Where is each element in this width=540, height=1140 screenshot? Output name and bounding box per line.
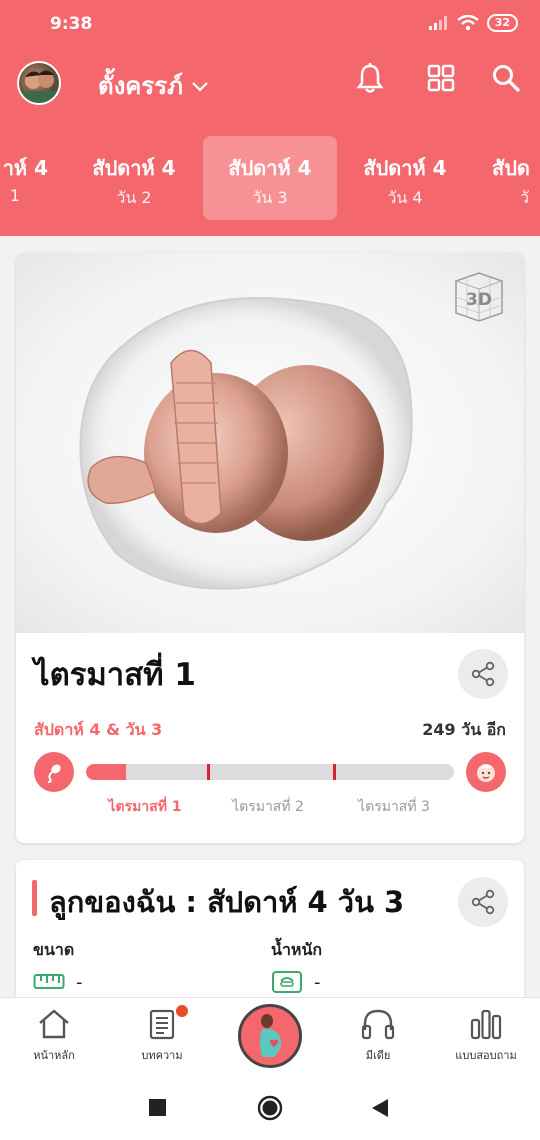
trimester-share-button[interactable] [458, 649, 508, 699]
article-icon [149, 1009, 175, 1040]
nav-articles-label: บทความ [141, 1049, 183, 1062]
back-icon[interactable] [371, 1098, 389, 1118]
tab-week-label: สัปดาห์ 4 [228, 156, 312, 180]
wifi-icon [456, 15, 479, 31]
chevron-down-icon [192, 81, 208, 92]
tab-week-label: สัปดาห์ 4 [363, 156, 447, 180]
days-remaining: 249 วัน อีก [422, 720, 506, 739]
embryo-illustration [79, 297, 413, 590]
pregnant-woman-icon [260, 1014, 282, 1057]
embryo-3d-image[interactable]: 3D [16, 253, 524, 633]
sperm-icon [47, 764, 61, 783]
day-tabs: าห์ 4 1 สัปดาห์ 4 วัน 2 สัปดาห์ 4 วัน 3 … [0, 136, 540, 222]
profile-switcher[interactable]: ตั้งครรภ์ [98, 66, 209, 105]
recents-icon[interactable] [149, 1099, 166, 1116]
bar-chart-icon [470, 1009, 502, 1040]
status-bar: 9:38 32 [0, 0, 540, 48]
trimester-title: ไตรมาสที่ 1 [34, 657, 196, 693]
nav-survey[interactable]: แบบสอบถาม [436, 998, 536, 1076]
weight-label: น้ำหนัก [271, 940, 323, 959]
trimester-1-label: ไตรมาสที่ 1 [108, 799, 182, 815]
tab-day-label: วัน 3 [252, 188, 288, 207]
share-icon [471, 661, 495, 687]
grid-icon[interactable] [425, 62, 457, 94]
tab-day-label: วั [520, 188, 529, 207]
nav-articles[interactable]: บทความ [112, 998, 212, 1076]
home-button-icon[interactable] [257, 1095, 283, 1121]
trimester-3-label: ไตรมาสที่ 3 [358, 799, 430, 815]
home-icon [39, 1009, 69, 1039]
pregnancy-progress-bar [86, 764, 454, 780]
size-value: - [76, 972, 83, 993]
size-label: ขนาด [33, 940, 75, 959]
tab-week-label: าห์ 4 [2, 156, 48, 180]
username: ตั้งครรภ์ [98, 72, 183, 100]
nav-media[interactable]: มีเดีย [328, 998, 428, 1076]
trimester-divider [207, 764, 211, 780]
status-icons: 32 [428, 14, 518, 32]
tab-week-label: สัปด [492, 156, 530, 180]
tab-week-label: สัปดาห์ 4 [92, 156, 176, 180]
tab-week4-day5[interactable]: สัปด วั [474, 136, 540, 220]
baby-face-icon [477, 764, 495, 782]
avatar[interactable] [17, 61, 61, 105]
progress-fill [86, 764, 127, 780]
tab-day-label: วัน 2 [116, 188, 152, 207]
battery-indicator: 32 [486, 14, 518, 32]
trimester-divider [332, 764, 336, 780]
avatar-photo [19, 70, 59, 103]
bell-icon[interactable] [354, 62, 386, 94]
tab-week4-day2[interactable]: สัปดาห์ 4 วัน 2 [67, 136, 201, 220]
ruler-icon [33, 974, 65, 989]
3d-view-icon[interactable]: 3D [450, 269, 508, 325]
system-navigation-bar [0, 1075, 540, 1140]
signal-icon [428, 16, 447, 30]
baby-share-button[interactable] [458, 877, 508, 927]
pregnancy-center-button[interactable] [238, 1004, 302, 1068]
tab-week4-day3[interactable]: สัปดาห์ 4 วัน 3 [203, 136, 337, 220]
share-icon [471, 889, 495, 915]
trimester-card: 3D ไตรมาสที่ 1 สัปดาห์ 4 & วัน 3 249 วัน… [16, 253, 524, 843]
baby-card-title: ลูกของฉัน : สัปดาห์ 4 วัน 3 [49, 885, 405, 919]
birth-icon-button [466, 752, 506, 792]
headphones-icon [361, 1009, 395, 1040]
tab-week4-day1[interactable]: าห์ 4 1 [0, 136, 68, 220]
nav-home[interactable]: หน้าหลัก [4, 998, 104, 1076]
nav-home-label: หน้าหลัก [33, 1049, 75, 1062]
app-header: 9:38 32 ตั้งครรภ์ าห์ 4 1 สัปดาห์ 4 วัน … [0, 0, 540, 236]
title-accent-bar [32, 880, 37, 916]
trimester-2-label: ไตรมาสที่ 2 [232, 799, 304, 815]
week-day-label: สัปดาห์ 4 & วัน 3 [34, 720, 163, 739]
nav-media-label: มีเดีย [365, 1049, 391, 1062]
tab-week4-day4[interactable]: สัปดาห์ 4 วัน 4 [338, 136, 472, 220]
search-icon[interactable] [490, 62, 522, 94]
notification-badge [174, 1003, 190, 1019]
conception-icon-button [34, 752, 74, 792]
tab-day-label: วัน 4 [387, 188, 423, 207]
status-time: 9:38 [50, 14, 93, 34]
tab-day-label: 1 [9, 186, 20, 205]
nav-survey-label: แบบสอบถาม [455, 1049, 517, 1062]
scale-icon [272, 971, 302, 993]
3d-badge-label: 3D [466, 290, 492, 310]
weight-value: - [314, 972, 321, 993]
